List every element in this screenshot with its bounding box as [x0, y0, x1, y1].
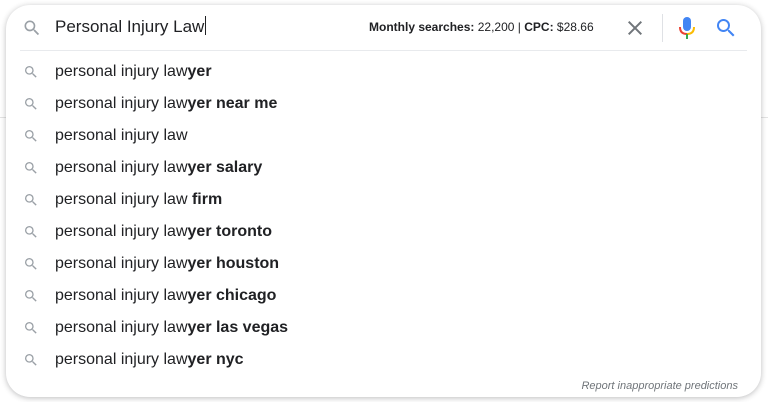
suggestion-list: personal injury lawyer personal injury l… [6, 56, 761, 376]
suggestion-item[interactable]: personal injury lawyer [6, 56, 761, 88]
suggestion-item[interactable]: personal injury lawyer near me [6, 88, 761, 120]
suggestion-completion: yer chicago [187, 287, 277, 304]
search-icon [23, 128, 39, 144]
metrics-separator: | [517, 20, 521, 34]
search-icon [23, 192, 39, 208]
suggestion-text: personal injury law [55, 126, 188, 146]
report-predictions-link[interactable]: Report inappropriate predictions [581, 379, 738, 393]
suggestion-completion: yer toronto [187, 223, 272, 240]
suggestion-prefix: personal injury law [55, 127, 188, 144]
search-icon [23, 352, 39, 368]
monthly-searches-label: Monthly searches: [369, 20, 475, 34]
suggestion-completion: yer near me [187, 95, 278, 112]
suggestion-text: personal injury lawyer near me [55, 94, 277, 114]
search-icon [23, 288, 39, 304]
suggestion-text: personal injury lawyer chicago [55, 286, 276, 306]
search-bar: Personal Injury Law Monthly searches: 22… [6, 5, 761, 50]
suggestion-item[interactable]: personal injury lawyer las vegas [6, 312, 761, 344]
suggestion-completion: yer salary [187, 159, 263, 176]
suggestion-item[interactable]: personal injury law [6, 120, 761, 152]
monthly-searches-value: 22,200 [477, 20, 515, 34]
microphone-icon [679, 17, 695, 39]
suggestion-completion: yer [187, 63, 212, 80]
suggestion-item[interactable]: personal injury lawyer toronto [6, 216, 761, 248]
text-cursor [205, 16, 207, 35]
suggestion-text: personal injury lawyer nyc [55, 350, 244, 370]
search-icon [717, 19, 735, 37]
search-query-text: Personal Injury Law [55, 17, 205, 36]
suggestion-item[interactable]: personal injury lawyer nyc [6, 344, 761, 376]
suggestion-text: personal injury lawyer houston [55, 254, 279, 274]
clear-button[interactable] [623, 16, 647, 40]
suggestion-prefix: personal injury law [55, 223, 188, 240]
suggestion-prefix: personal injury law [55, 319, 188, 336]
cpc-label: CPC: [524, 20, 554, 34]
suggestion-completion: firm [191, 191, 223, 208]
search-icon [23, 224, 39, 240]
suggestions-divider [20, 50, 747, 51]
suggestion-prefix: personal injury law [55, 287, 188, 304]
suggestion-item[interactable]: personal injury lawyer houston [6, 248, 761, 280]
toolbar-divider [662, 14, 663, 42]
suggestion-prefix: personal injury law [55, 95, 188, 112]
search-icon [23, 160, 39, 176]
suggestion-text: personal injury law firm [55, 190, 222, 210]
suggestion-prefix: personal injury law [55, 351, 188, 368]
search-input[interactable]: Personal Injury Law [55, 16, 207, 38]
voice-search-button[interactable] [675, 14, 699, 42]
search-autocomplete-panel: Personal Injury Law Monthly searches: 22… [6, 5, 761, 397]
suggestion-completion: yer houston [187, 255, 280, 272]
search-icon [22, 18, 42, 38]
suggestion-text: personal injury lawyer [55, 62, 212, 82]
search-button[interactable] [714, 16, 738, 40]
suggestion-prefix: personal injury law [55, 191, 192, 208]
search-icon [23, 64, 39, 80]
suggestion-completion: yer las vegas [187, 319, 289, 336]
cpc-value: $28.66 [556, 20, 594, 34]
suggestion-text: personal injury lawyer las vegas [55, 318, 288, 338]
suggestion-text: personal injury lawyer salary [55, 158, 262, 178]
close-icon [628, 21, 642, 35]
keyword-metrics: Monthly searches: 22,200 | CPC: $28.66 [369, 19, 594, 35]
suggestion-item[interactable]: personal injury law firm [6, 184, 761, 216]
search-icon [23, 96, 39, 112]
suggestion-item[interactable]: personal injury lawyer chicago [6, 280, 761, 312]
suggestion-item[interactable]: personal injury lawyer salary [6, 152, 761, 184]
suggestion-prefix: personal injury law [55, 255, 188, 272]
search-icon [23, 320, 39, 336]
suggestion-prefix: personal injury law [55, 63, 188, 80]
suggestion-text: personal injury lawyer toronto [55, 222, 272, 242]
suggestion-prefix: personal injury law [55, 159, 188, 176]
search-icon [23, 256, 39, 272]
suggestion-completion: yer nyc [187, 351, 244, 368]
